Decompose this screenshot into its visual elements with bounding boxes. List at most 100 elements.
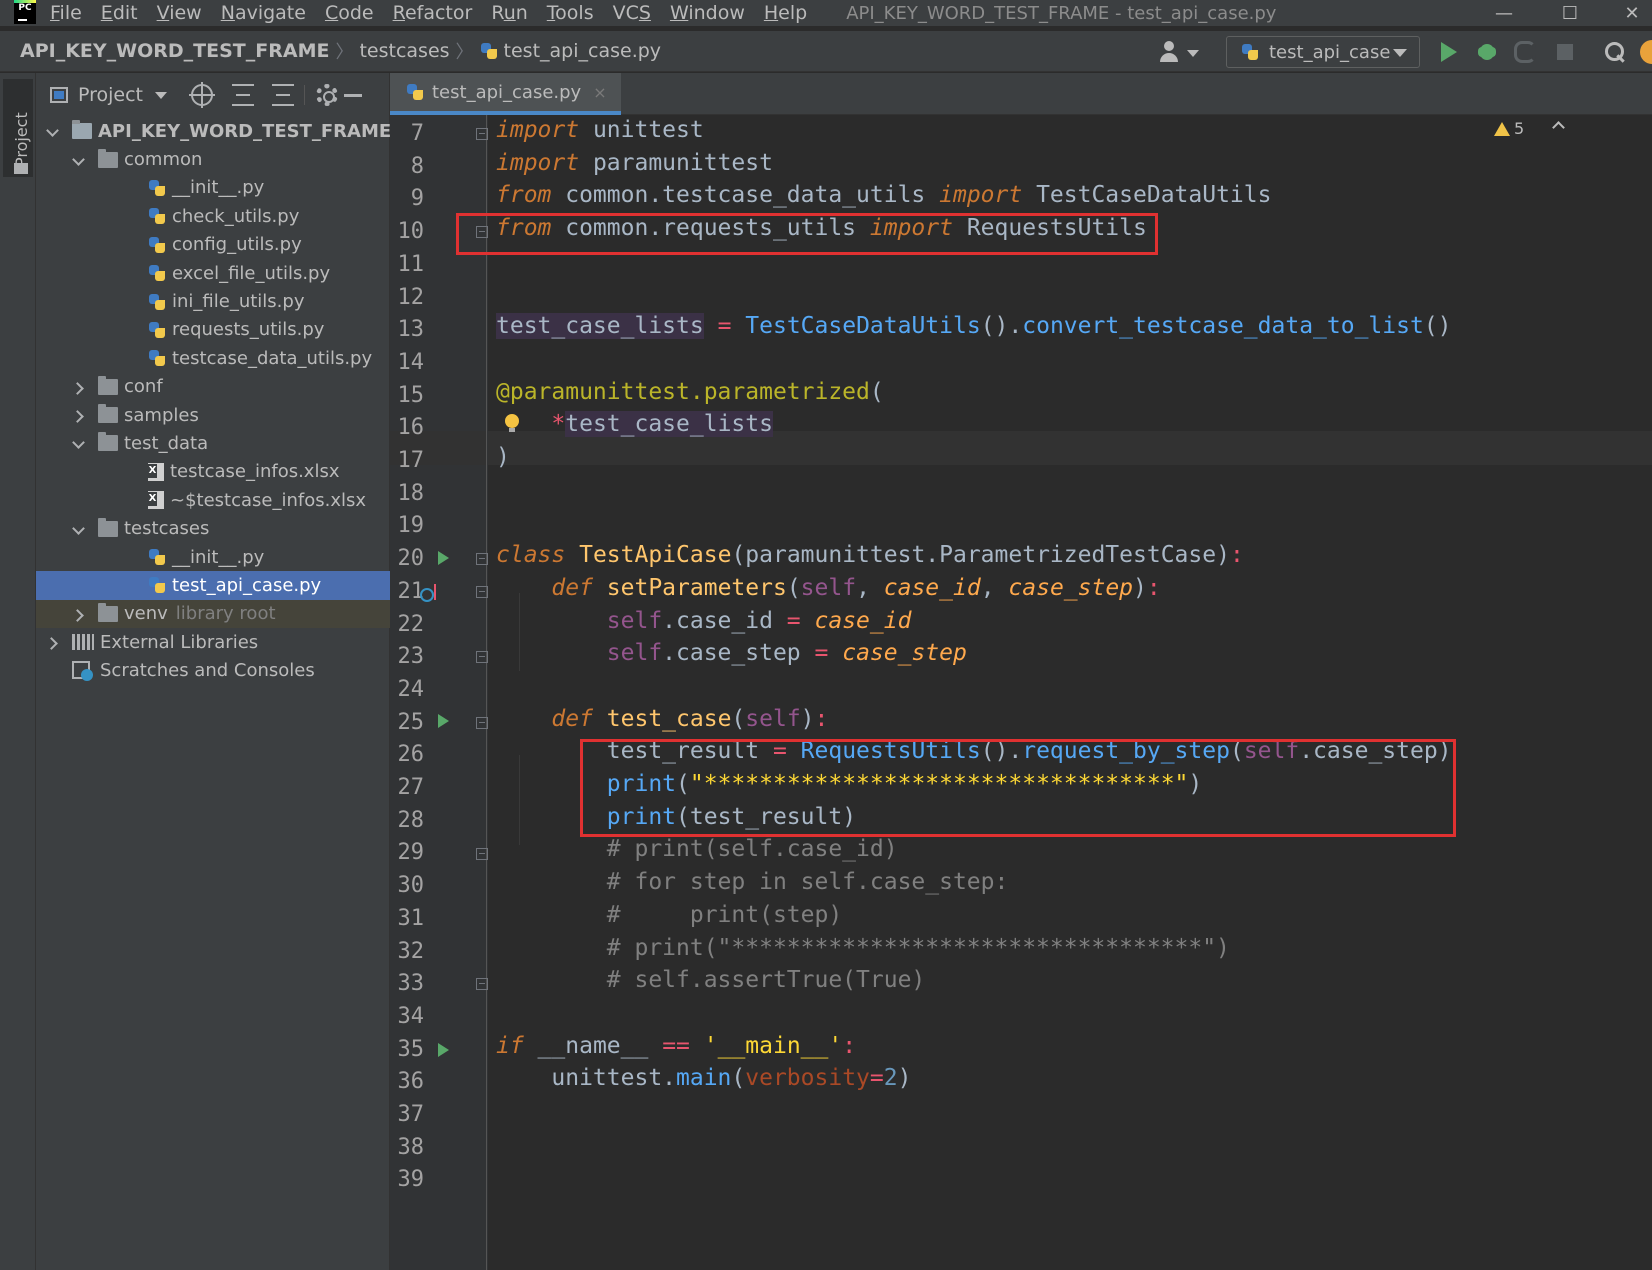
override-method-icon[interactable] — [420, 584, 436, 602]
code-line[interactable]: self.case_step = case_step — [496, 640, 967, 674]
chevron-right-icon[interactable] — [72, 408, 86, 422]
menu-refactor[interactable]: Refactor — [393, 2, 473, 24]
run-icon[interactable] — [1436, 39, 1462, 65]
hide-panel-icon[interactable] — [344, 84, 366, 106]
code-line[interactable]: # print(self.case_id) — [496, 836, 898, 870]
fold-marker-icon[interactable] — [476, 848, 488, 860]
breadcrumb-project[interactable]: API_KEY_WORD_TEST_FRAME — [20, 40, 329, 62]
fold-marker-icon[interactable] — [476, 128, 488, 140]
search-icon[interactable] — [1602, 39, 1628, 65]
tree-item[interactable]: API_KEY_WORD_TEST_FRAMEE — [36, 117, 411, 145]
menu-window[interactable]: Window — [670, 2, 745, 24]
menu-vcs[interactable]: VCS — [613, 2, 651, 24]
breadcrumb-testcases[interactable]: testcases — [359, 40, 449, 62]
tree-item[interactable]: common — [36, 145, 390, 173]
chevron-right-icon[interactable] — [72, 380, 86, 394]
tree-item[interactable]: __init__.py — [36, 543, 390, 571]
chevron-down-icon[interactable] — [72, 153, 86, 167]
code-editor[interactable]: 7 import unittest 8 import paramunittest 9 fr… — [390, 115, 1652, 1270]
fold-marker-icon[interactable] — [476, 978, 488, 990]
code-line[interactable]: # print(step) — [496, 902, 842, 936]
fold-marker-icon[interactable] — [476, 651, 488, 663]
chevron-right-icon[interactable] — [72, 607, 86, 621]
tree-item[interactable]: testcase_data_utils.py — [36, 344, 390, 372]
minimize-window-button[interactable]: — — [1484, 0, 1524, 26]
code-line[interactable]: if __name__ == '__main__': — [496, 1033, 856, 1067]
project-tool-window-button[interactable]: Project — [3, 79, 33, 177]
close-window-button[interactable]: ✕ — [1612, 0, 1652, 26]
fold-marker-icon[interactable] — [476, 553, 488, 565]
python-file-icon — [480, 42, 498, 60]
project-view-select[interactable]: Project — [78, 84, 143, 106]
tree-item[interactable]: excel_file_utils.py — [36, 259, 390, 287]
chevron-right-icon[interactable] — [46, 635, 60, 649]
code-line[interactable]: unittest.main(verbosity=2) — [496, 1065, 911, 1099]
code-line[interactable]: *test_case_lists — [496, 411, 773, 445]
menu-navigate[interactable]: Navigate — [221, 2, 306, 24]
code-line[interactable]: def setParameters(self, case_id, case_st… — [496, 575, 1160, 609]
run-gutter-icon[interactable] — [438, 714, 449, 728]
chevron-down-icon[interactable] — [72, 522, 86, 536]
code-line[interactable]: import paramunittest — [496, 150, 773, 184]
chevron-down-icon[interactable] — [46, 124, 60, 138]
chevron-up-icon[interactable] — [1552, 121, 1565, 134]
menu-tools[interactable]: Tools — [547, 2, 594, 24]
run-configuration-select[interactable]: test_api_case — [1226, 36, 1420, 68]
lightbulb-icon[interactable] — [505, 414, 519, 432]
tree-item[interactable]: venv library root — [36, 599, 390, 629]
tree-item-label: test_data — [124, 432, 209, 454]
tree-item[interactable]: ~$testcase_infos.xlsx — [36, 486, 390, 514]
gear-icon[interactable] — [316, 84, 338, 106]
code-line[interactable]: # print("*******************************… — [496, 935, 1230, 969]
inspection-warnings-badge[interactable]: 5 — [1494, 119, 1524, 138]
code-line[interactable]: # self.assertTrue(True) — [496, 967, 926, 1001]
code-line[interactable]: @paramunittest.parametrized( — [496, 379, 884, 413]
code-line[interactable]: ) — [496, 444, 510, 478]
chevron-down-icon[interactable] — [1187, 50, 1199, 57]
fold-marker-icon[interactable] — [476, 586, 488, 598]
code-line[interactable]: from common.testcase_data_utils import T… — [496, 182, 1271, 216]
locate-file-icon[interactable] — [189, 82, 215, 108]
tree-item[interactable]: External Libraries — [36, 628, 390, 656]
menu-help[interactable]: Help — [764, 2, 807, 24]
code-line[interactable]: def test_case(self): — [496, 706, 828, 740]
tree-item[interactable]: ini_file_utils.py — [36, 287, 390, 315]
menu-edit[interactable]: Edit — [101, 2, 138, 24]
chevron-down-icon[interactable] — [72, 436, 86, 450]
tree-item[interactable]: test_api_case.py — [36, 571, 390, 600]
run-gutter-icon[interactable] — [438, 1043, 449, 1057]
code-line[interactable]: self.case_id = case_id — [496, 608, 912, 642]
tree-item[interactable]: testcase_infos.xlsx — [36, 458, 390, 486]
code-line[interactable]: class TestApiCase(paramunittest.Parametr… — [496, 542, 1244, 576]
tree-item[interactable]: check_utils.py — [36, 202, 390, 230]
user-icon[interactable] — [1158, 39, 1184, 65]
tree-item[interactable]: config_utils.py — [36, 231, 390, 259]
tree-item[interactable]: samples — [36, 401, 390, 429]
tree-item[interactable]: test_data — [36, 429, 390, 457]
menu-run[interactable]: Run — [491, 2, 527, 24]
close-tab-icon[interactable]: × — [593, 83, 606, 102]
tree-item-label: excel_file_utils.py — [172, 262, 331, 284]
stop-icon[interactable] — [1552, 39, 1578, 65]
tree-item[interactable]: Scratches and Consoles — [36, 656, 390, 684]
maximize-window-button[interactable]: ☐ — [1550, 0, 1590, 26]
expand-all-icon[interactable] — [232, 84, 254, 106]
tree-item[interactable]: conf — [36, 373, 390, 401]
fold-marker-icon[interactable] — [476, 717, 488, 729]
chevron-down-icon[interactable] — [155, 91, 168, 99]
breadcrumb-file[interactable]: test_api_case.py — [480, 40, 661, 62]
coverage-icon[interactable] — [1512, 39, 1538, 65]
debug-icon[interactable] — [1474, 39, 1500, 65]
code-line[interactable]: import unittest — [496, 117, 704, 151]
code-line[interactable]: # for step in self.case_step: — [496, 869, 1009, 903]
menu-view[interactable]: View — [157, 2, 202, 24]
tree-item[interactable]: __init__.py — [36, 174, 390, 202]
collapse-all-icon[interactable] — [272, 84, 294, 106]
run-gutter-icon[interactable] — [438, 551, 449, 565]
tree-item[interactable]: testcases — [36, 514, 390, 542]
tree-item[interactable]: requests_utils.py — [36, 316, 390, 344]
menu-file[interactable]: File — [50, 2, 82, 24]
code-line[interactable]: test_case_lists = TestCaseDataUtils().co… — [496, 313, 1452, 347]
menu-code[interactable]: Code — [325, 2, 374, 24]
editor-tab[interactable]: test_api_case.py × — [390, 73, 621, 115]
